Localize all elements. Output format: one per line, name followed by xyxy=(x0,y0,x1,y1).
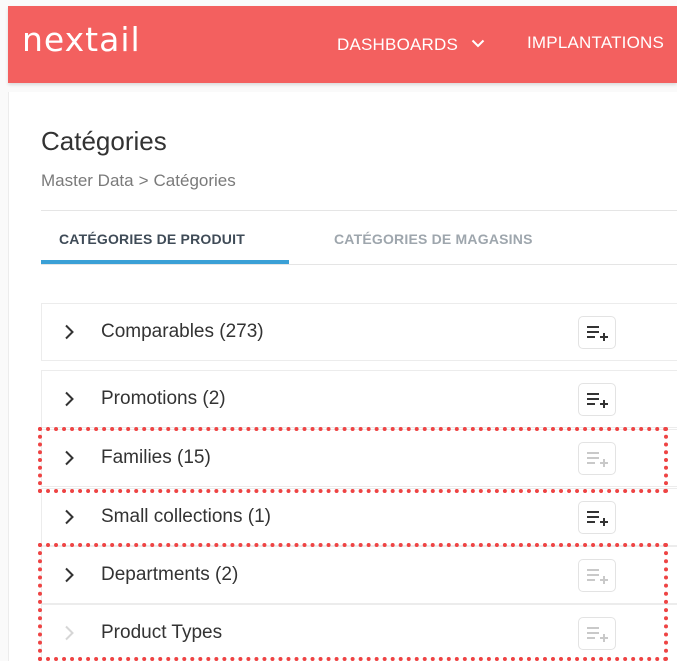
main-content: Catégories Master Data > Catégories CATÉGO… xyxy=(8,92,677,661)
nav-implantations[interactable]: IMPLANTATIONS xyxy=(527,33,664,53)
chevron-right-icon[interactable] xyxy=(64,509,74,530)
category-row-small-collections[interactable]: Small collections (1) xyxy=(41,488,677,546)
breadcrumb: Master Data > Catégories xyxy=(41,171,236,191)
add-subcategory-button[interactable] xyxy=(578,316,616,349)
category-label: Small collections (1) xyxy=(101,506,271,527)
breadcrumb-separator: > xyxy=(138,171,149,190)
category-label: Promotions (2) xyxy=(101,388,226,409)
add-subcategory-button[interactable] xyxy=(578,501,616,534)
category-row-promotions[interactable]: Promotions (2) xyxy=(41,370,677,428)
chevron-right-icon xyxy=(64,625,74,646)
category-row-families[interactable]: Families (15) xyxy=(41,429,677,487)
page-title: Catégories xyxy=(41,126,167,156)
category-label: Product Types xyxy=(101,622,223,643)
category-row-departments[interactable]: Departments (2) xyxy=(41,546,677,604)
breadcrumb-current: Catégories xyxy=(153,171,236,190)
add-subcategory-button[interactable] xyxy=(578,383,616,416)
app-window: nextail DASHBOARDS IMPLANTATIONS Catégor… xyxy=(0,0,677,661)
tab-store-categories[interactable]: CATÉGORIES DE MAGASINS xyxy=(334,231,533,247)
chevron-right-icon[interactable] xyxy=(64,324,74,345)
breadcrumb-master-data[interactable]: Master Data xyxy=(41,171,134,190)
category-label: Comparables (273) xyxy=(101,321,264,342)
top-navbar: nextail DASHBOARDS IMPLANTATIONS xyxy=(8,6,677,83)
nav-dashboards[interactable]: DASHBOARDS xyxy=(337,33,485,55)
divider xyxy=(41,210,677,211)
chevron-right-icon[interactable] xyxy=(64,450,74,471)
chevron-right-icon[interactable] xyxy=(64,391,74,412)
category-label: Departments (2) xyxy=(101,564,239,585)
tabs-divider xyxy=(41,264,677,265)
tab-product-categories[interactable]: CATÉGORIES DE PRODUIT xyxy=(59,231,245,247)
active-tab-indicator xyxy=(41,260,289,264)
category-row-product-types[interactable]: Product Types xyxy=(41,604,677,661)
add-subcategory-button[interactable] xyxy=(578,559,616,592)
chevron-down-icon xyxy=(471,33,485,53)
category-label: Families (15) xyxy=(101,447,211,468)
chevron-right-icon[interactable] xyxy=(64,567,74,588)
add-subcategory-button[interactable] xyxy=(578,617,616,650)
nextail-logo[interactable]: nextail xyxy=(22,20,141,59)
nav-dashboards-label: DASHBOARDS xyxy=(337,35,459,54)
add-subcategory-button[interactable] xyxy=(578,442,616,475)
category-row-comparables[interactable]: Comparables (273) xyxy=(41,303,677,361)
